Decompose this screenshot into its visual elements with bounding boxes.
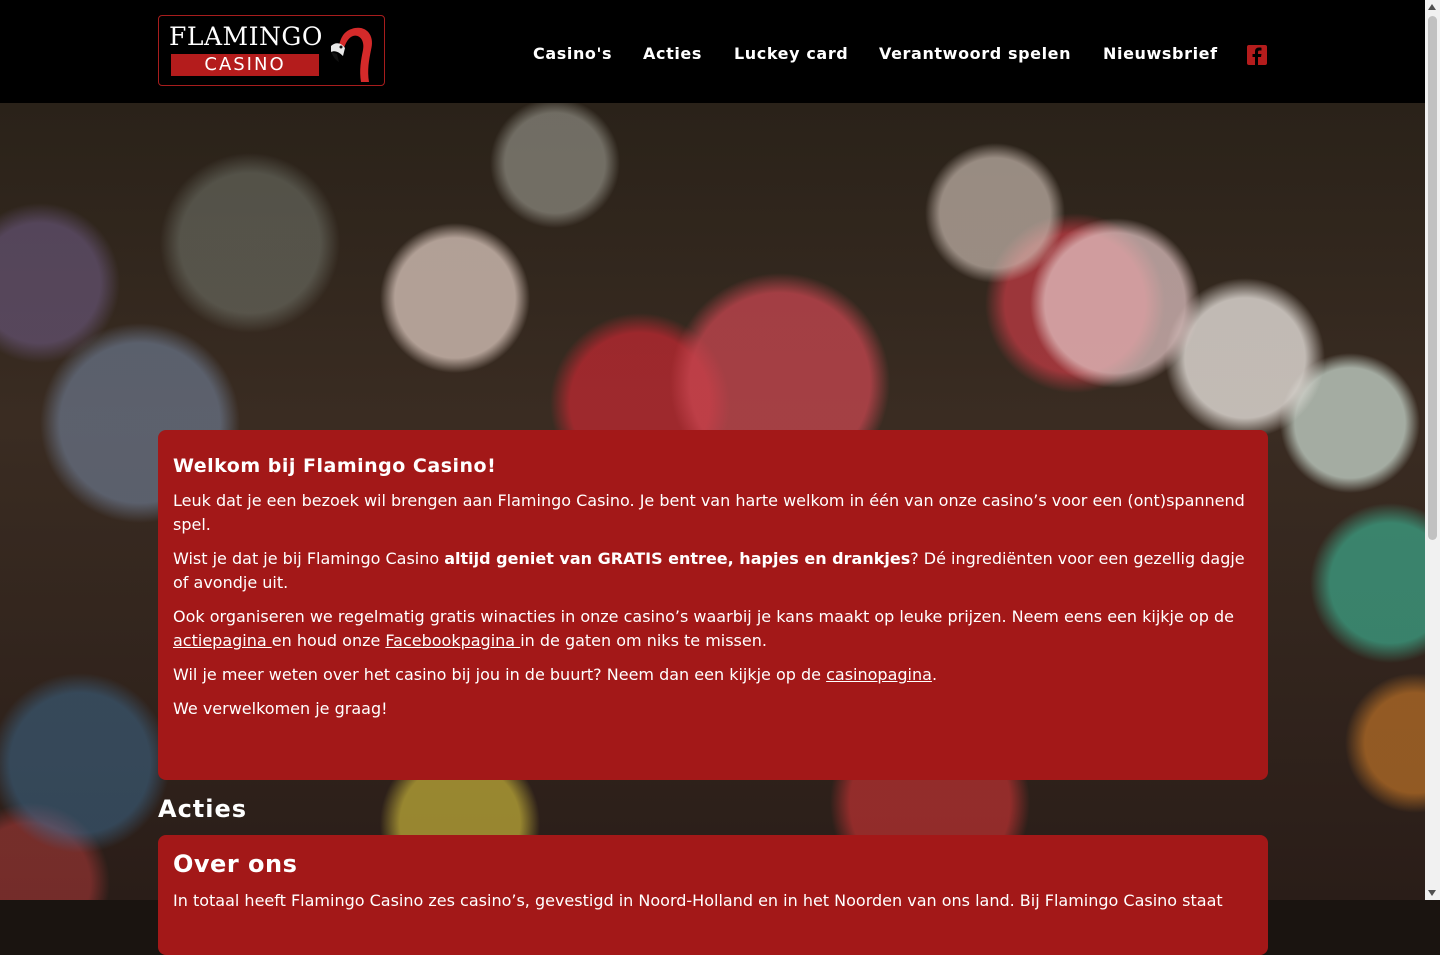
over-ons-text: In totaal heeft Flamingo Casino zes casi…	[173, 891, 1223, 910]
welcome-paragraph-3: Ook organiseren we regelmatig gratis win…	[173, 605, 1253, 653]
welcome-paragraph-5: We verwelkomen je graag!	[173, 699, 388, 718]
flamingo-icon	[331, 27, 373, 82]
flamingo-casino-logo[interactable]: FLAMINGO CASINO	[158, 15, 385, 86]
over-ons-card: Over ons In totaal heeft Flamingo Casino…	[158, 835, 1268, 955]
logo-text-top: FLAMINGO	[169, 22, 323, 51]
facebook-icon[interactable]	[1247, 45, 1267, 65]
logo-text-bottom: CASINO	[171, 54, 319, 76]
welcome-paragraph-4: Wil je meer weten over het casino bij jo…	[173, 663, 1253, 687]
welcome-paragraph-2: Wist je dat je bij Flamingo Casino altij…	[173, 547, 1253, 595]
acties-heading: Acties	[158, 795, 248, 823]
text: en houd onze	[271, 631, 386, 650]
nav-item-acties[interactable]: Acties	[643, 44, 702, 63]
actiepagina-link[interactable]: actiepagina	[173, 631, 272, 650]
text: Wist je dat je bij Flamingo Casino	[173, 549, 445, 568]
welcome-title: Welkom bij Flamingo Casino!	[173, 455, 497, 477]
text: .	[931, 665, 938, 684]
scroll-thumb[interactable]	[1428, 16, 1437, 540]
facebookpagina-link[interactable]: Facebookpagina	[385, 631, 520, 650]
site-header: FLAMINGO CASINO Casino's Acties Luckey c…	[0, 0, 1425, 103]
welcome-paragraph-1: Leuk dat je een bezoek wil brengen aan F…	[173, 491, 1245, 534]
text: in de gaten om niks te missen.	[520, 631, 767, 650]
scroll-up-arrow-icon[interactable]	[1428, 4, 1436, 10]
nav-item-casinos[interactable]: Casino's	[533, 44, 612, 63]
welcome-card: Welkom bij Flamingo Casino! Leuk dat je …	[158, 430, 1268, 780]
scroll-down-arrow-icon[interactable]	[1428, 890, 1436, 896]
casinopagina-link[interactable]: casinopagina	[826, 665, 932, 684]
text: Wil je meer weten over het casino bij jo…	[173, 665, 827, 684]
vertical-scrollbar[interactable]	[1425, 0, 1440, 900]
nav-item-verantwoord-spelen[interactable]: Verantwoord spelen	[879, 44, 1071, 63]
nav-item-nieuwsbrief[interactable]: Nieuwsbrief	[1103, 44, 1218, 63]
nav-item-luckey-card[interactable]: Luckey card	[734, 44, 848, 63]
text: Ook organiseren we regelmatig gratis win…	[173, 607, 1234, 626]
bold-text: altijd geniet van GRATIS entree, hapjes …	[444, 549, 911, 568]
over-ons-title: Over ons	[173, 850, 298, 878]
